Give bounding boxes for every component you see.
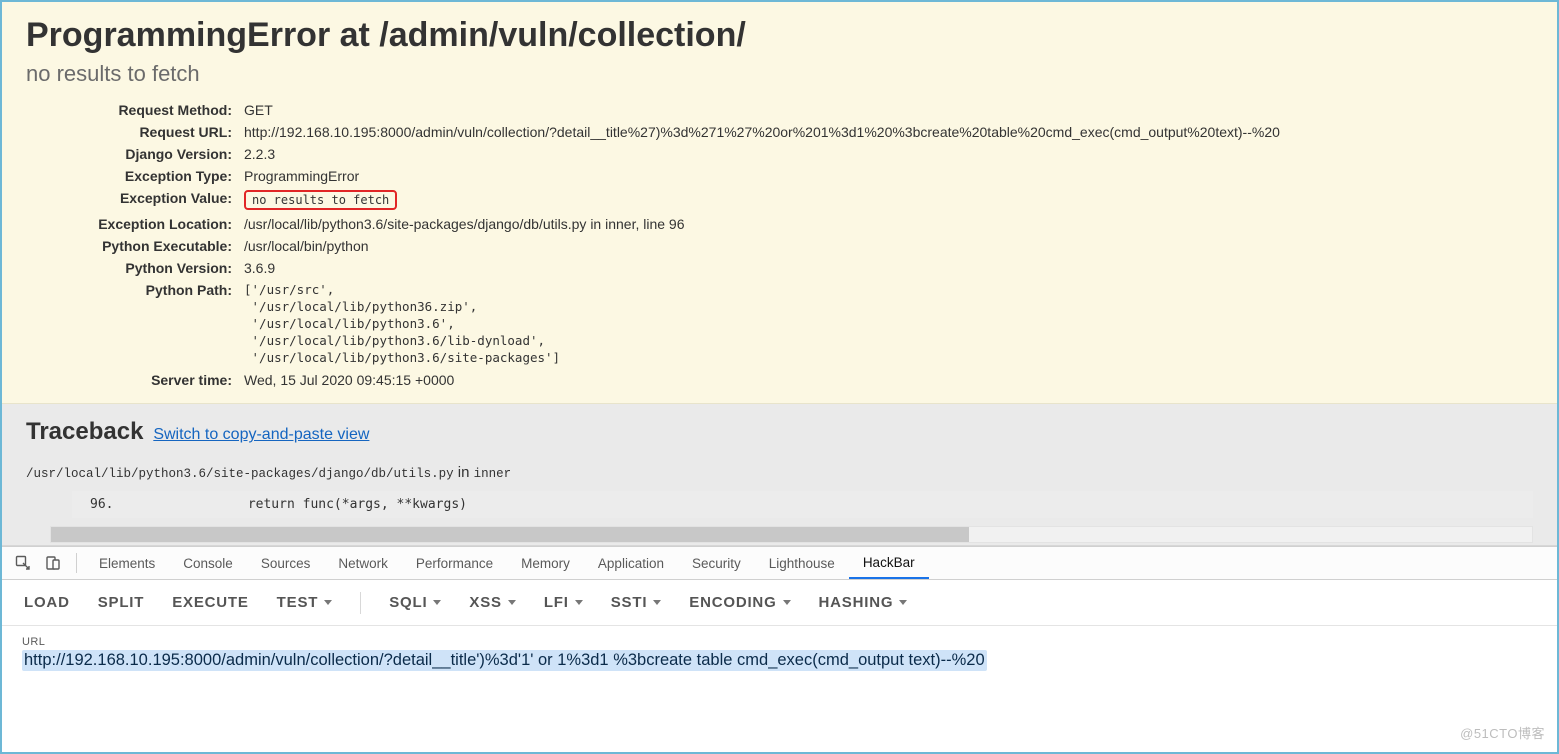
chevron-down-icon: [433, 600, 441, 605]
info-value: /usr/local/lib/python3.6/site-packages/d…: [238, 213, 1286, 235]
traceback-code: return func(*args, **kwargs): [240, 497, 467, 512]
button-label: SPLIT: [98, 594, 145, 611]
info-value: GET: [238, 99, 1286, 121]
devtools-tab-lighthouse[interactable]: Lighthouse: [755, 547, 849, 579]
chevron-down-icon: [575, 600, 583, 605]
info-value: ['/usr/src', '/usr/local/lib/python36.zi…: [238, 279, 1286, 369]
url-input[interactable]: http://192.168.10.195:8000/admin/vuln/co…: [22, 650, 987, 671]
horizontal-scrollbar[interactable]: [50, 526, 1533, 543]
info-label: Request URL:: [26, 121, 238, 143]
button-label: TEST: [277, 594, 319, 611]
info-label: Python Executable:: [26, 235, 238, 257]
chevron-down-icon: [508, 600, 516, 605]
devtools-tab-security[interactable]: Security: [678, 547, 755, 579]
info-value: 2.2.3: [238, 143, 1286, 165]
info-label: Python Path:: [26, 279, 238, 369]
hackbar-split-button[interactable]: SPLIT: [98, 594, 145, 611]
traceback-switch-link[interactable]: Switch to copy-and-paste view: [153, 426, 369, 443]
hackbar-load-button[interactable]: LOAD: [24, 594, 70, 611]
hackbar-url-section: URL http://192.168.10.195:8000/admin/vul…: [2, 626, 1557, 675]
watermark: @51CTO博客: [1460, 723, 1545, 742]
hackbar-sqli-button[interactable]: SQLI: [389, 594, 441, 611]
info-label: Exception Value:: [26, 187, 238, 213]
button-label: XSS: [469, 594, 501, 611]
devtools-tab-sources[interactable]: Sources: [247, 547, 325, 579]
django-error-summary: ProgrammingError at /admin/vuln/collecti…: [2, 2, 1557, 404]
traceback-in-word: in: [454, 464, 474, 481]
traceback-code-line[interactable]: 96. return func(*args, **kwargs): [72, 491, 1533, 518]
error-info-table: Request Method: GET Request URL: http://…: [26, 99, 1286, 391]
traceback-line-number: 96.: [90, 497, 240, 512]
info-value: Wed, 15 Jul 2020 09:45:15 +0000: [238, 369, 1286, 391]
info-label: Exception Location:: [26, 213, 238, 235]
separator: [360, 592, 361, 614]
traceback-panel: Traceback Switch to copy-and-paste view …: [2, 404, 1557, 546]
devtools-tab-network[interactable]: Network: [324, 547, 402, 579]
info-label: Exception Type:: [26, 165, 238, 187]
chevron-down-icon: [783, 600, 791, 605]
page-title: ProgrammingError at /admin/vuln/collecti…: [26, 16, 1533, 55]
hackbar-lfi-button[interactable]: LFI: [544, 594, 583, 611]
error-subtitle: no results to fetch: [26, 61, 1533, 87]
chevron-down-icon: [653, 600, 661, 605]
traceback-file-path: /usr/local/lib/python3.6/site-packages/d…: [26, 467, 454, 481]
info-label: Python Version:: [26, 257, 238, 279]
hackbar-test-button[interactable]: TEST: [277, 594, 333, 611]
devtools-tab-hackbar[interactable]: HackBar: [849, 547, 929, 579]
button-label: ENCODING: [689, 594, 776, 611]
hackbar-encoding-button[interactable]: ENCODING: [689, 594, 790, 611]
info-value: http://192.168.10.195:8000/admin/vuln/co…: [238, 121, 1286, 143]
inspect-icon[interactable]: [12, 552, 34, 574]
info-value: /usr/local/bin/python: [238, 235, 1286, 257]
button-label: HASHING: [819, 594, 894, 611]
device-toolbar-icon[interactable]: [42, 552, 64, 574]
info-value: ProgrammingError: [238, 165, 1286, 187]
hackbar-hashing-button[interactable]: HASHING: [819, 594, 908, 611]
scrollbar-thumb[interactable]: [51, 527, 969, 542]
hackbar-ssti-button[interactable]: SSTI: [611, 594, 662, 611]
button-label: LOAD: [24, 594, 70, 611]
devtools-tab-console[interactable]: Console: [169, 547, 247, 579]
devtools-tabstrip: ElementsConsoleSourcesNetworkPerformance…: [2, 546, 1557, 580]
info-label: Django Version:: [26, 143, 238, 165]
exception-value-highlight: no results to fetch: [238, 187, 1286, 213]
hackbar-toolbar: LOAD SPLIT EXECUTE TEST SQLI XSS LFI SSTI ENCODI…: [2, 580, 1557, 626]
devtools-tab-application[interactable]: Application: [584, 547, 678, 579]
button-label: EXECUTE: [172, 594, 248, 611]
chevron-down-icon: [899, 600, 907, 605]
info-label: Request Method:: [26, 99, 238, 121]
traceback-heading: Traceback: [26, 418, 143, 445]
info-value: no results to fetch: [244, 190, 397, 210]
info-value: 3.6.9: [238, 257, 1286, 279]
traceback-frame-location: /usr/local/lib/python3.6/site-packages/d…: [26, 464, 1533, 481]
devtools-tab-performance[interactable]: Performance: [402, 547, 507, 579]
button-label: LFI: [544, 594, 569, 611]
devtools-tab-memory[interactable]: Memory: [507, 547, 584, 579]
chevron-down-icon: [324, 600, 332, 605]
button-label: SQLI: [389, 594, 427, 611]
url-label: URL: [22, 636, 1537, 648]
devtools-tab-elements[interactable]: Elements: [85, 547, 169, 579]
hackbar-xss-button[interactable]: XSS: [469, 594, 515, 611]
separator: [76, 553, 77, 573]
button-label: SSTI: [611, 594, 648, 611]
info-label: Server time:: [26, 369, 238, 391]
hackbar-execute-button[interactable]: EXECUTE: [172, 594, 248, 611]
traceback-func: inner: [474, 467, 512, 481]
